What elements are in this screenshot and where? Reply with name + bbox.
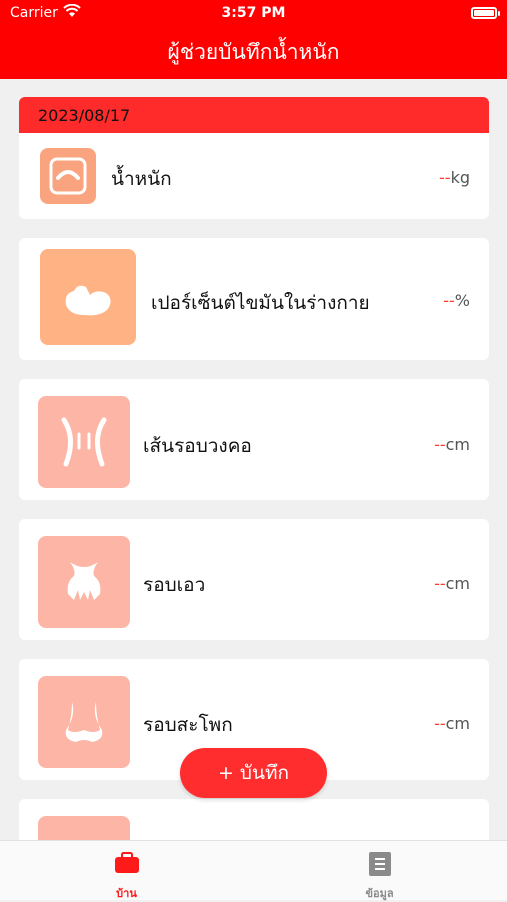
add-record-button[interactable]: + บันทึก [180,748,327,798]
metric-value: --cm [434,435,470,454]
metric-card-weight[interactable]: น้ำหนัก --kg [19,133,489,219]
date-header: 2023/08/17 [19,97,489,133]
metric-value: --cm [434,714,470,733]
metric-card-neck[interactable]: เส้นรอบวงคอ --cm [19,379,489,500]
document-icon [368,852,391,876]
app-header: Carrier 3:57 PM ผู้ช่วยบันทึกน้ำหนัก [0,0,507,79]
clock: 3:57 PM [221,5,286,21]
scale-icon [40,148,96,204]
tab-home[interactable]: บ้าน [0,841,253,901]
status-bar: Carrier 3:57 PM [0,0,507,28]
waist-icon [38,536,130,628]
page-title: ผู้ช่วยบันทึกน้ำหนัก [167,40,340,64]
metric-label: เส้นรอบวงคอ [143,435,252,457]
tab-label: บ้าน [116,887,137,900]
battery-icon [471,7,500,19]
tab-data[interactable]: ข้อมูล [253,841,506,901]
metric-label: เปอร์เซ็นต์ไขมันในร่างกาย [151,292,370,314]
metric-label: รอบเอว [143,574,206,596]
tab-bar: บ้าน ข้อมูล [0,840,507,900]
metric-label: น้ำหนัก [111,168,172,190]
metric-value: --cm [434,574,470,593]
metric-card-waist[interactable]: รอบเอว --cm [19,519,489,640]
metric-card-body-fat[interactable]: เปอร์เซ็นต์ไขมันในร่างกาย --% [19,238,489,360]
toolbox-icon [114,852,139,873]
metric-label: รอบสะโพก [143,714,233,736]
metric-value: --% [443,291,470,310]
tab-label: ข้อมูล [365,887,394,900]
bicep-icon [40,249,136,345]
neck-icon [38,396,130,488]
date-label: 2023/08/17 [38,106,131,125]
metric-value: --kg [439,168,470,187]
hip-icon [38,676,130,768]
